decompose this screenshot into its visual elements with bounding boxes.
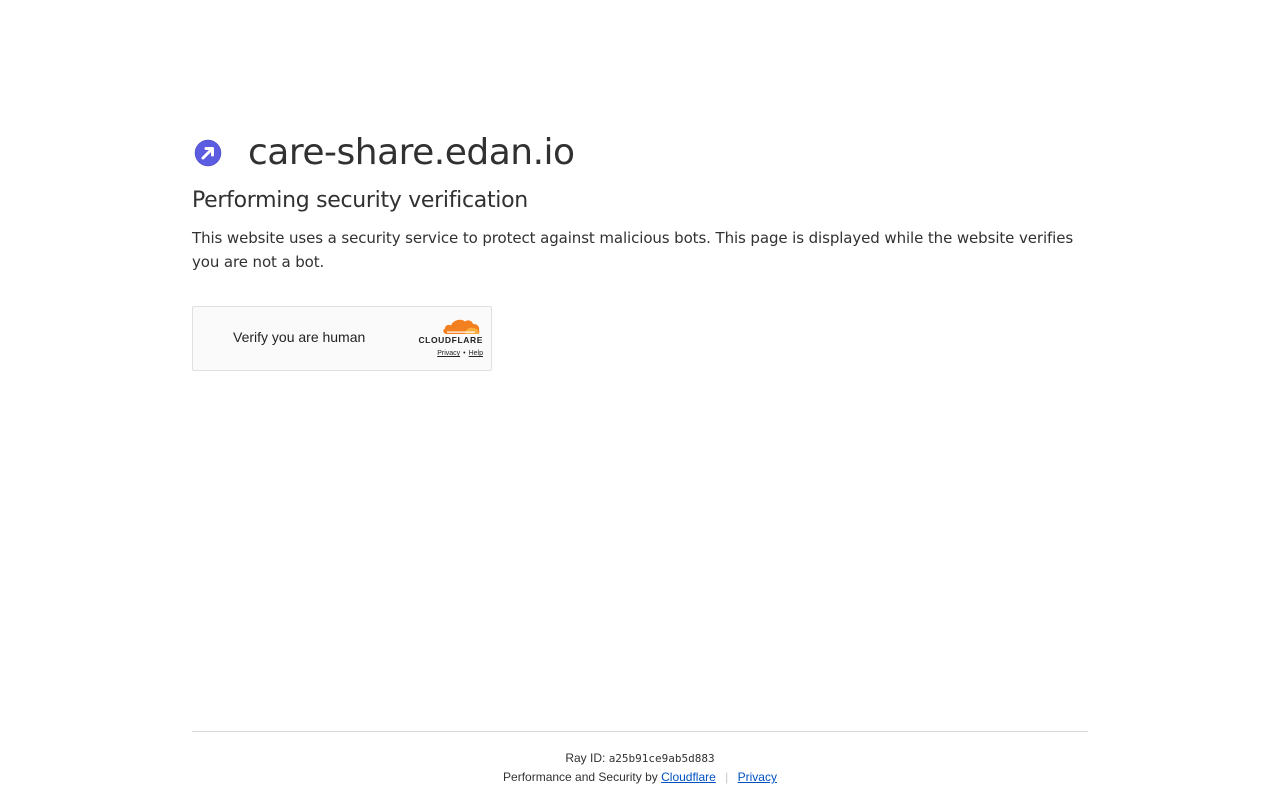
ray-id-line: Ray ID: a25b91ce9ab5d883 bbox=[192, 750, 1088, 767]
cloudflare-wordmark: CLOUDFLARE bbox=[418, 335, 483, 345]
turnstile-widget[interactable]: Verify you are human CLOUDFLARE Privacy … bbox=[192, 306, 492, 371]
performance-text: Performance and Security by bbox=[503, 770, 658, 784]
cloudflare-cloud-icon bbox=[443, 319, 480, 334]
verify-label: Verify you are human bbox=[233, 329, 366, 345]
site-header: care-share.edan.io bbox=[192, 128, 1088, 178]
widget-privacy-link[interactable]: Privacy bbox=[437, 350, 460, 357]
footer-privacy-link[interactable]: Privacy bbox=[738, 770, 777, 784]
verification-description: This website uses a security service to … bbox=[192, 229, 1074, 271]
main-content: care-share.edan.io Performing security v… bbox=[192, 128, 1088, 371]
widget-help-link[interactable]: Help bbox=[469, 350, 483, 357]
performance-line: Performance and Security by Cloudflare |… bbox=[192, 769, 1088, 785]
ray-id-value: a25b91ce9ab5d883 bbox=[608, 752, 715, 765]
footer-divider: | bbox=[725, 770, 729, 784]
site-name: care-share.edan.io bbox=[248, 132, 575, 173]
cloudflare-link[interactable]: Cloudflare bbox=[661, 770, 716, 784]
cloudflare-brand: CLOUDFLARE Privacy • Help bbox=[407, 317, 483, 357]
widget-links: Privacy • Help bbox=[437, 350, 483, 357]
footer: Ray ID: a25b91ce9ab5d883 Performance and… bbox=[192, 731, 1088, 785]
widget-link-separator: • bbox=[463, 350, 466, 357]
site-arrow-icon bbox=[192, 137, 224, 169]
ray-id-label: Ray ID: bbox=[565, 751, 606, 765]
verification-heading: Performing security verification bbox=[192, 188, 528, 213]
